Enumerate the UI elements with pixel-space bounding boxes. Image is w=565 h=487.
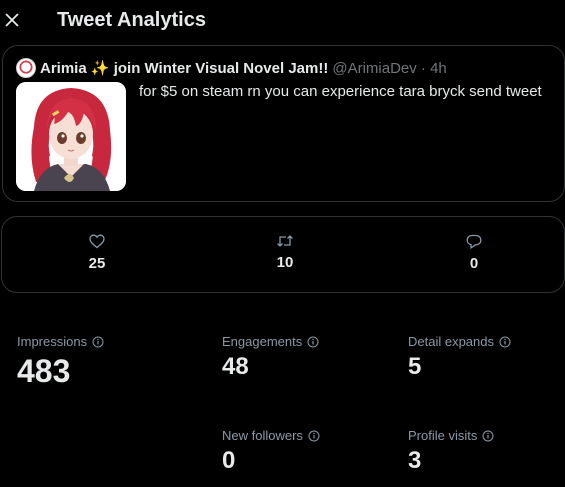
reply-icon (466, 234, 482, 249)
profile-visits-metric: Profile visits 3 (408, 428, 494, 475)
info-icon[interactable] (499, 336, 511, 348)
detail-expands-value: 5 (408, 353, 422, 380)
new-followers-value: 0 (222, 447, 236, 474)
info-icon[interactable] (482, 430, 494, 442)
engagement-summary: 25 10 0 (1, 216, 565, 293)
avatar[interactable] (16, 58, 36, 78)
replies-count: 0 (469, 255, 479, 272)
info-icon[interactable] (92, 336, 104, 348)
anime-girl-illustration (16, 82, 126, 191)
handle-and-time[interactable]: @ArimiaDev · 4h (332, 60, 446, 77)
impressions-metric: Impressions 483 (17, 334, 104, 390)
engagements-label: Engagements (222, 334, 303, 349)
retweets-count: 10 (276, 254, 294, 271)
close-icon (5, 13, 19, 27)
impressions-label: Impressions (17, 334, 88, 349)
likes-stat[interactable]: 25 (67, 234, 127, 272)
close-button[interactable] (4, 10, 20, 30)
heart-icon (89, 234, 105, 249)
tweet-text: for $5 on steam rn you can experience ta… (139, 83, 542, 100)
analytics-header: Tweet Analytics (0, 0, 565, 42)
tweet-image[interactable] (16, 82, 126, 191)
impressions-value: 483 (17, 353, 71, 389)
profile-visits-value: 3 (408, 447, 422, 474)
engagements-value: 48 (222, 353, 249, 380)
detail-expands-label: Detail expands (408, 334, 494, 349)
replies-stat[interactable]: 0 (444, 234, 504, 272)
likes-count: 25 (88, 255, 106, 272)
new-followers-label: New followers (222, 428, 303, 443)
retweet-icon (277, 235, 293, 247)
display-name[interactable]: Arimia ✨ join Winter Visual Novel Jam!! (40, 59, 328, 77)
page-title: Tweet Analytics (57, 9, 206, 31)
tweet-card[interactable]: Arimia ✨ join Winter Visual Novel Jam!! … (2, 45, 565, 202)
profile-visits-label: Profile visits (408, 428, 478, 443)
engagements-metric: Engagements 48 (222, 334, 319, 381)
tweet-header: Arimia ✨ join Winter Visual Novel Jam!! … (16, 58, 447, 78)
retweets-stat[interactable]: 10 (255, 234, 315, 271)
new-followers-metric: New followers 0 (222, 428, 320, 475)
info-icon[interactable] (307, 336, 319, 348)
detail-expands-metric: Detail expands 5 (408, 334, 511, 381)
info-icon[interactable] (308, 430, 320, 442)
